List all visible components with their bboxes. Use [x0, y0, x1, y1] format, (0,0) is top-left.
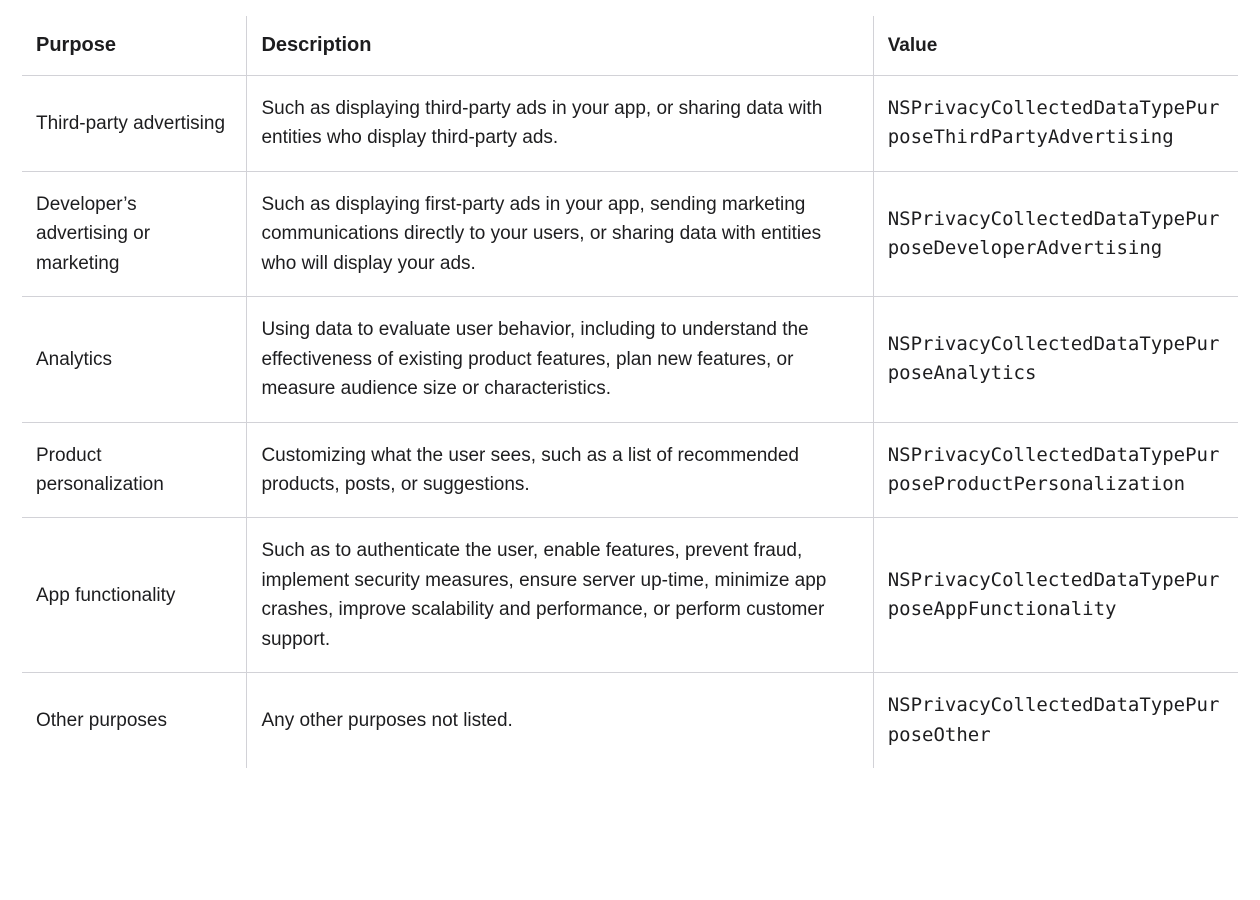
table-header-row: Purpose Description Value	[22, 16, 1238, 76]
cell-purpose: App functionality	[22, 518, 247, 673]
cell-purpose: Third-party advertising	[22, 76, 247, 172]
cell-value: NSPrivacyCollectedDataTypePurposeOther	[873, 673, 1238, 768]
table-row: Analytics Using data to evaluate user be…	[22, 297, 1238, 422]
cell-value: NSPrivacyCollectedDataTypePurposeThirdPa…	[873, 76, 1238, 172]
header-description: Description	[247, 16, 873, 76]
table-row: Product personalization Customizing what…	[22, 422, 1238, 518]
table-body: Third-party advertising Such as displayi…	[22, 76, 1238, 769]
cell-description: Such as displaying first-party ads in yo…	[247, 171, 873, 296]
cell-value: NSPrivacyCollectedDataTypePurposeDevelop…	[873, 171, 1238, 296]
cell-description: Using data to evaluate user behavior, in…	[247, 297, 873, 422]
cell-description: Any other purposes not listed.	[247, 673, 873, 768]
table-row: Other purposes Any other purposes not li…	[22, 673, 1238, 768]
cell-purpose: Other purposes	[22, 673, 247, 768]
cell-purpose: Developer’s advertising or marketing	[22, 171, 247, 296]
header-value: Value	[873, 16, 1238, 76]
cell-description: Such as to authenticate the user, enable…	[247, 518, 873, 673]
cell-description: Such as displaying third-party ads in yo…	[247, 76, 873, 172]
cell-value: NSPrivacyCollectedDataTypePurposeAppFunc…	[873, 518, 1238, 673]
cell-description: Customizing what the user sees, such as …	[247, 422, 873, 518]
cell-purpose: Product personalization	[22, 422, 247, 518]
cell-purpose: Analytics	[22, 297, 247, 422]
privacy-purposes-table: Purpose Description Value Third-party ad…	[22, 16, 1238, 768]
table-row: Third-party advertising Such as displayi…	[22, 76, 1238, 172]
table-row: App functionality Such as to authenticat…	[22, 518, 1238, 673]
table-row: Developer’s advertising or marketing Suc…	[22, 171, 1238, 296]
header-purpose: Purpose	[22, 16, 247, 76]
cell-value: NSPrivacyCollectedDataTypePurposeAnalyti…	[873, 297, 1238, 422]
cell-value: NSPrivacyCollectedDataTypePurposeProduct…	[873, 422, 1238, 518]
